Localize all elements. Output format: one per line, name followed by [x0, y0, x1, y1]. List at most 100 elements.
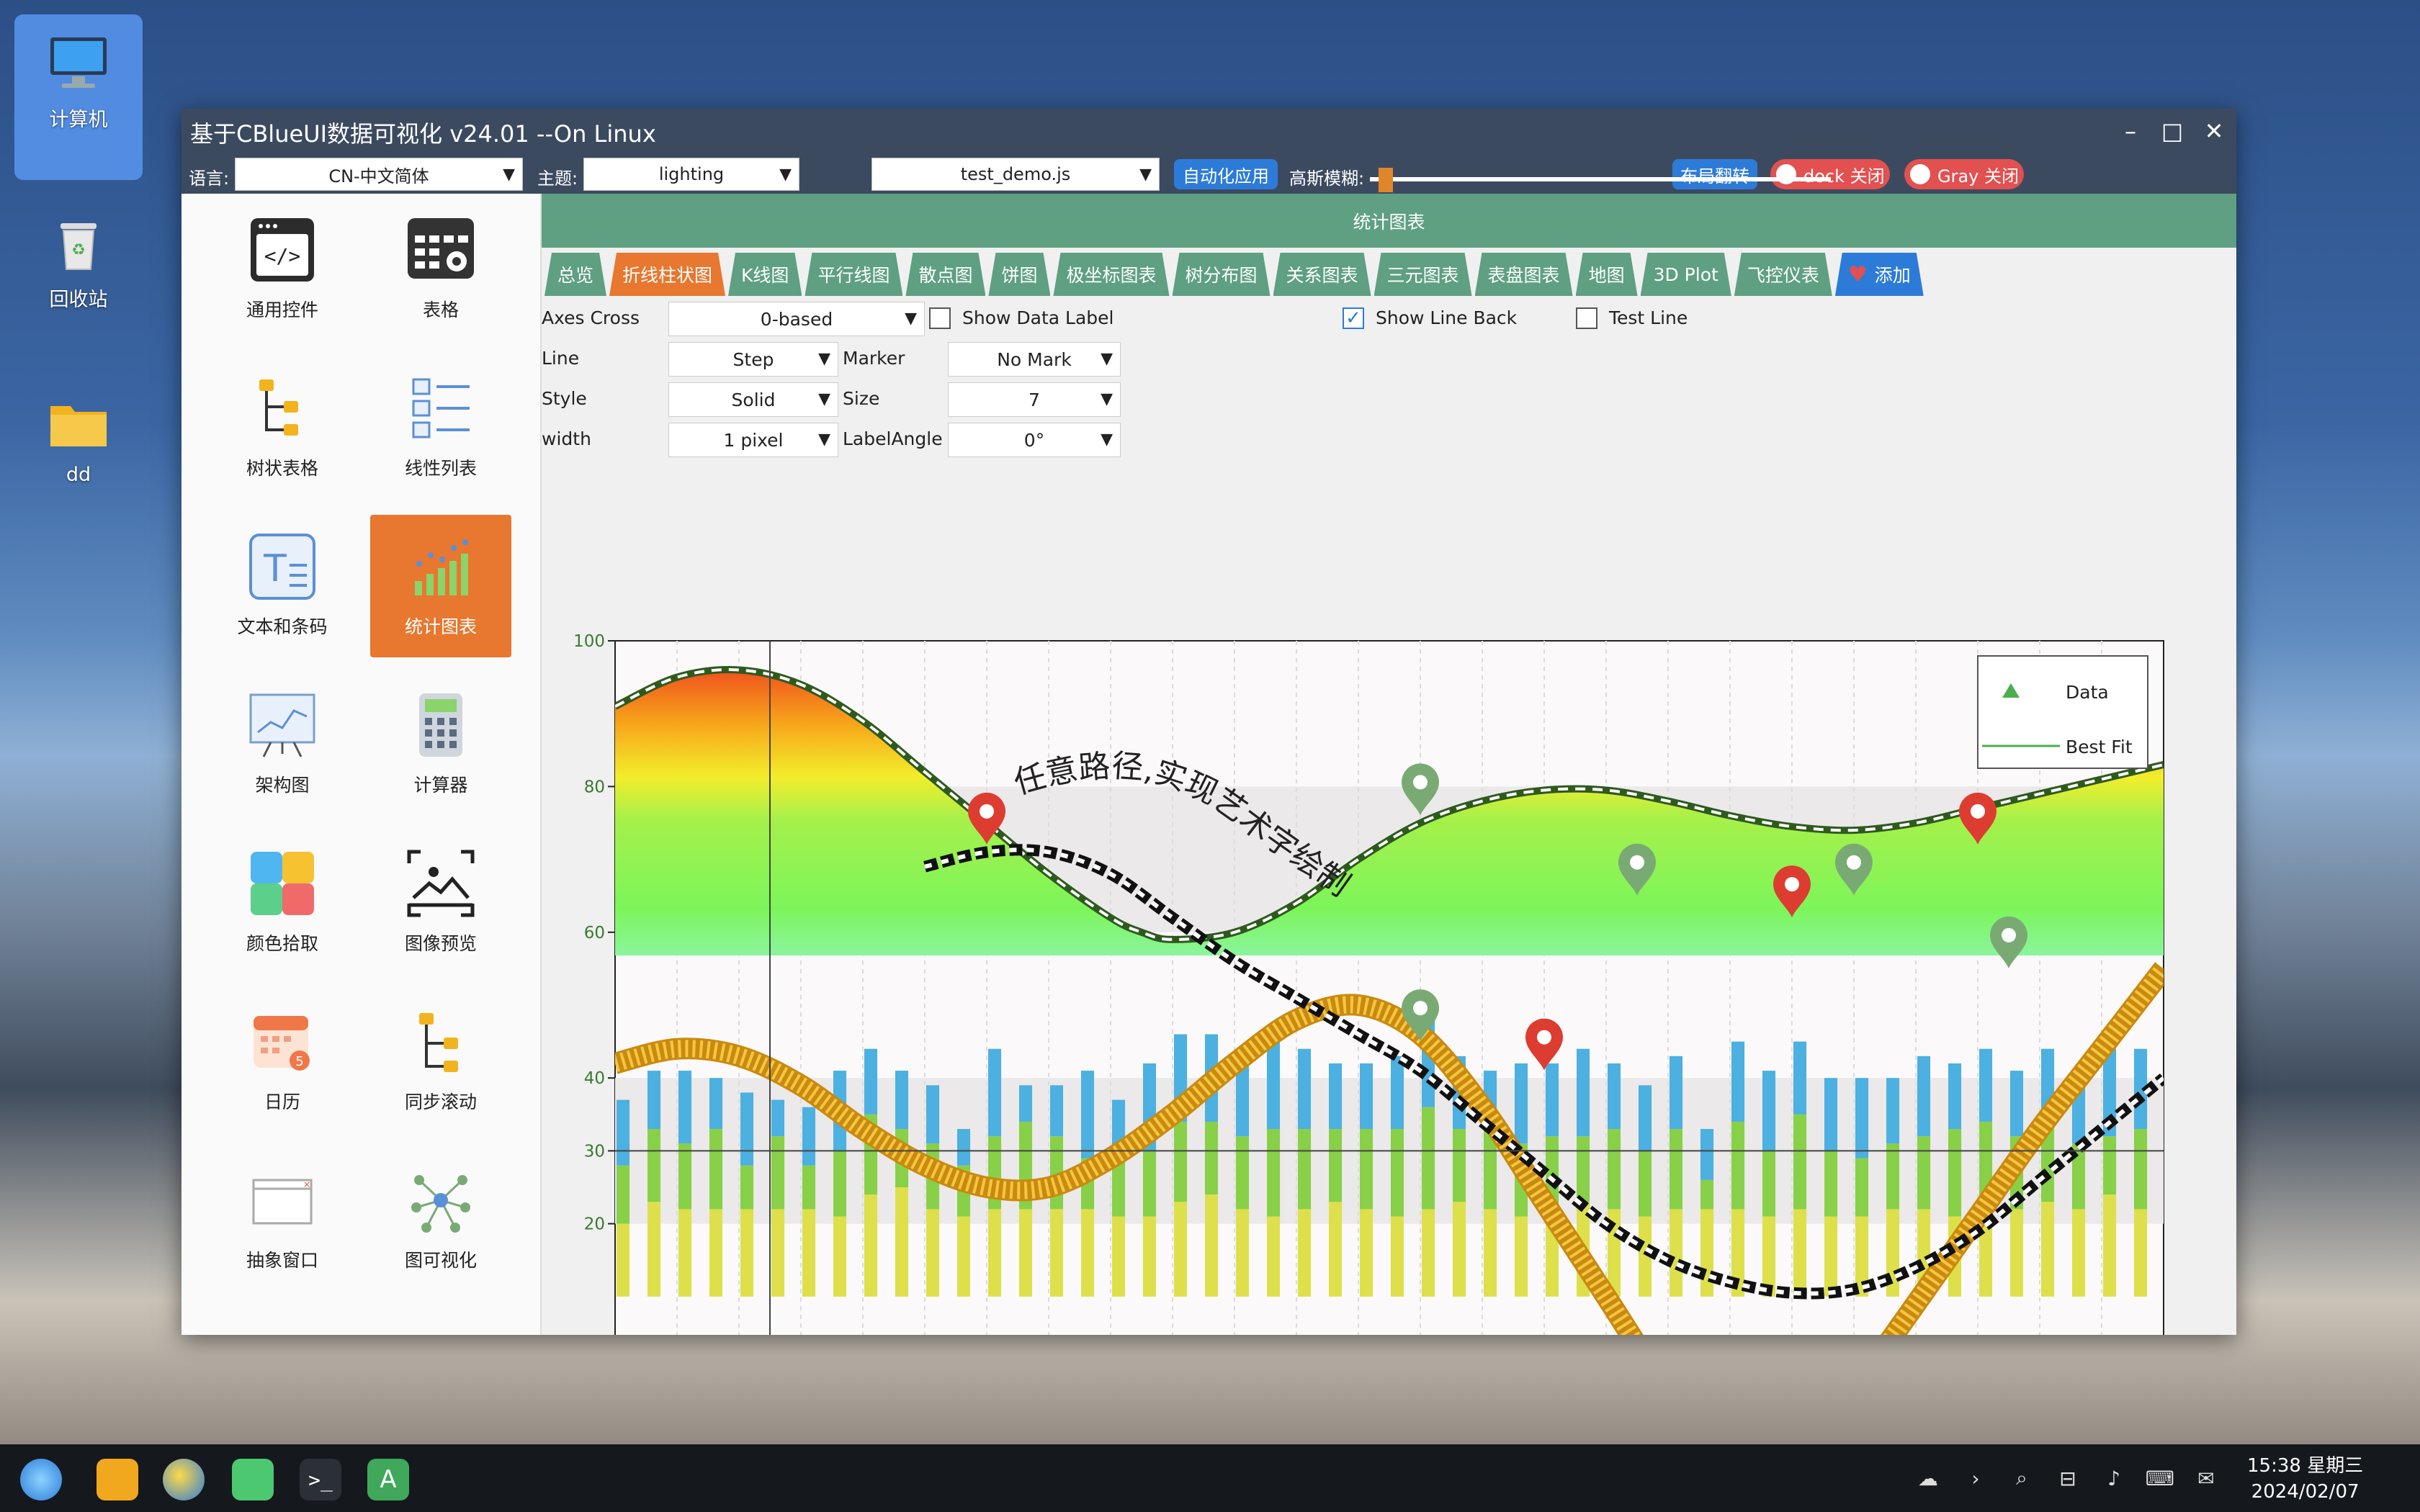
- launcher-icon[interactable]: [20, 1459, 62, 1500]
- gray-toggle[interactable]: Gray 关闭: [1904, 159, 2024, 189]
- sidebar-item-linear-list[interactable]: 线性列表: [370, 356, 511, 499]
- bar: [617, 1223, 630, 1297]
- bar: [833, 1216, 847, 1297]
- bar: [1515, 1063, 1528, 1144]
- script-select[interactable]: test_demo.js ▼: [871, 158, 1160, 191]
- window-title: 基于CBlueUI数据可视化 v24.01 --On Linux: [190, 120, 656, 148]
- store-icon[interactable]: [232, 1459, 274, 1500]
- sidebar-item-tree-table[interactable]: 树状表格: [212, 356, 353, 499]
- sidebar-item-sync-scroll[interactable]: 同步滚动: [370, 990, 511, 1133]
- bar: [1855, 1078, 1869, 1158]
- cloud-icon[interactable]: ☁: [1916, 1466, 1940, 1490]
- bar: [988, 1048, 1002, 1137]
- minimize-button[interactable]: –: [2114, 114, 2147, 148]
- sidebar-item-statistics-chart[interactable]: 统计图表: [370, 515, 511, 657]
- terminal-icon[interactable]: >_: [300, 1459, 341, 1500]
- sidebar-item-general-controls[interactable]: </> 通用控件: [212, 198, 353, 341]
- file-manager-icon[interactable]: [97, 1459, 138, 1500]
- automation-button[interactable]: 自动化应用: [1174, 159, 1278, 189]
- layout-flip-button[interactable]: 布局翻转: [1672, 159, 1757, 189]
- language-label: 语言:: [189, 168, 230, 189]
- sidebar-item-architecture[interactable]: 架构图: [212, 673, 353, 816]
- bar: [1143, 1216, 1157, 1297]
- sidebar-item-text-barcode[interactable]: T 文本和条码: [212, 515, 353, 657]
- pin-hole: [1785, 877, 1799, 892]
- sidebar-item-calendar[interactable]: 5 日历: [212, 990, 353, 1133]
- list-icon: [412, 378, 470, 438]
- language-select[interactable]: CN-中文简体 ▼: [235, 158, 523, 191]
- clock[interactable]: 15:38 星期三 2024/02/07: [2247, 1453, 2363, 1505]
- bar: [740, 1092, 754, 1166]
- bar: [2010, 1071, 2024, 1137]
- bar: [1143, 1151, 1157, 1217]
- desktop-icon-trash[interactable]: ♻ 回收站: [14, 194, 143, 338]
- sidebar-item-calculator[interactable]: 计算器: [370, 673, 511, 816]
- clock-date: 2024/02/07: [2251, 1481, 2360, 1503]
- bar: [1329, 1202, 1343, 1297]
- blur-slider-track[interactable]: [1370, 177, 1831, 181]
- bar: [1639, 1085, 1652, 1151]
- y-tick-label: 40: [584, 1069, 605, 1088]
- browser-icon[interactable]: [163, 1459, 205, 1500]
- bar: [1639, 1151, 1652, 1217]
- chevron-right-icon[interactable]: ›: [1963, 1466, 1988, 1490]
- line-bar-chart[interactable]: 任意路径,实现艺术字绘制 020304060801000204050608010…: [542, 194, 2236, 1335]
- trash-icon: ♻: [60, 223, 97, 270]
- bar: [1422, 1209, 1435, 1297]
- dock-toggle[interactable]: dock 关闭: [1770, 159, 1890, 189]
- theme-value: lighting: [658, 164, 725, 184]
- bar: [1731, 1041, 1745, 1122]
- bar: [1948, 1129, 1962, 1217]
- bar: [1886, 1078, 1900, 1144]
- color-picker-icon: [251, 852, 314, 915]
- bar: [2134, 1129, 2148, 1210]
- bar: [1019, 1085, 1033, 1122]
- bar: [1019, 1209, 1033, 1297]
- keyboard-icon[interactable]: ⌨: [2146, 1466, 2174, 1490]
- notification-icon[interactable]: ✉: [2194, 1466, 2218, 1490]
- sidebar-item-image-preview[interactable]: 图像预览: [370, 832, 511, 974]
- bar: [1824, 1216, 1838, 1297]
- blur-label: 高斯模糊:: [1289, 168, 1365, 189]
- theme-select[interactable]: lighting ▼: [583, 158, 799, 191]
- bar-chart-icon: [415, 539, 468, 595]
- desktop-icon-computer[interactable]: 计算机: [14, 14, 143, 180]
- bar: [1670, 1209, 1683, 1297]
- bar: [1855, 1158, 1869, 1217]
- bar: [1329, 1129, 1343, 1202]
- pin-hole: [1971, 804, 1985, 819]
- maximize-button[interactable]: □: [2156, 114, 2189, 148]
- sidebar-item-color-picker[interactable]: 颜色拾取: [212, 832, 353, 974]
- bar: [709, 1209, 723, 1297]
- whiteboard-chart-icon: [249, 693, 315, 757]
- bar: [926, 1209, 940, 1297]
- sidebar-item-table[interactable]: 表格: [370, 198, 511, 341]
- bar: [1267, 1216, 1281, 1297]
- sidebar-item-abstract-window[interactable]: × 抽象窗口: [212, 1148, 353, 1291]
- bar: [2041, 1202, 2055, 1297]
- sidebar-item-label: 表格: [422, 300, 459, 320]
- blur-slider-handle[interactable]: [1379, 168, 1394, 192]
- svg-text:T: T: [263, 547, 287, 590]
- bar: [1577, 1136, 1590, 1202]
- y-tick-label: 30: [584, 1142, 605, 1161]
- bar: [1731, 1121, 1745, 1210]
- legend-entry-data: Data: [2066, 682, 2109, 703]
- network-icon[interactable]: ⊟: [2056, 1466, 2080, 1490]
- bar: [1050, 1085, 1064, 1137]
- bar: [1174, 1202, 1188, 1297]
- close-button[interactable]: ✕: [2197, 114, 2231, 148]
- bar: [1112, 1216, 1126, 1297]
- pin-hole: [2002, 927, 2016, 942]
- table-settings-icon: [408, 218, 474, 279]
- text-icon: T: [249, 534, 315, 600]
- chevron-down-icon: ▼: [779, 166, 792, 184]
- bar: [1267, 1129, 1281, 1217]
- sidebar-item-graph-visualization[interactable]: 图可视化: [370, 1148, 511, 1291]
- bar: [1453, 1129, 1466, 1202]
- desktop-icon-folder[interactable]: dd: [14, 374, 143, 518]
- editor-icon[interactable]: A: [367, 1459, 409, 1500]
- volume-icon[interactable]: ♪: [2102, 1466, 2126, 1490]
- search-icon[interactable]: ⌕: [2009, 1466, 2034, 1490]
- content-area: 统计图表 总览 折线柱状图 K线图 平行线图 散点图 饼图 极坐标图表 树分布图…: [542, 194, 2236, 1335]
